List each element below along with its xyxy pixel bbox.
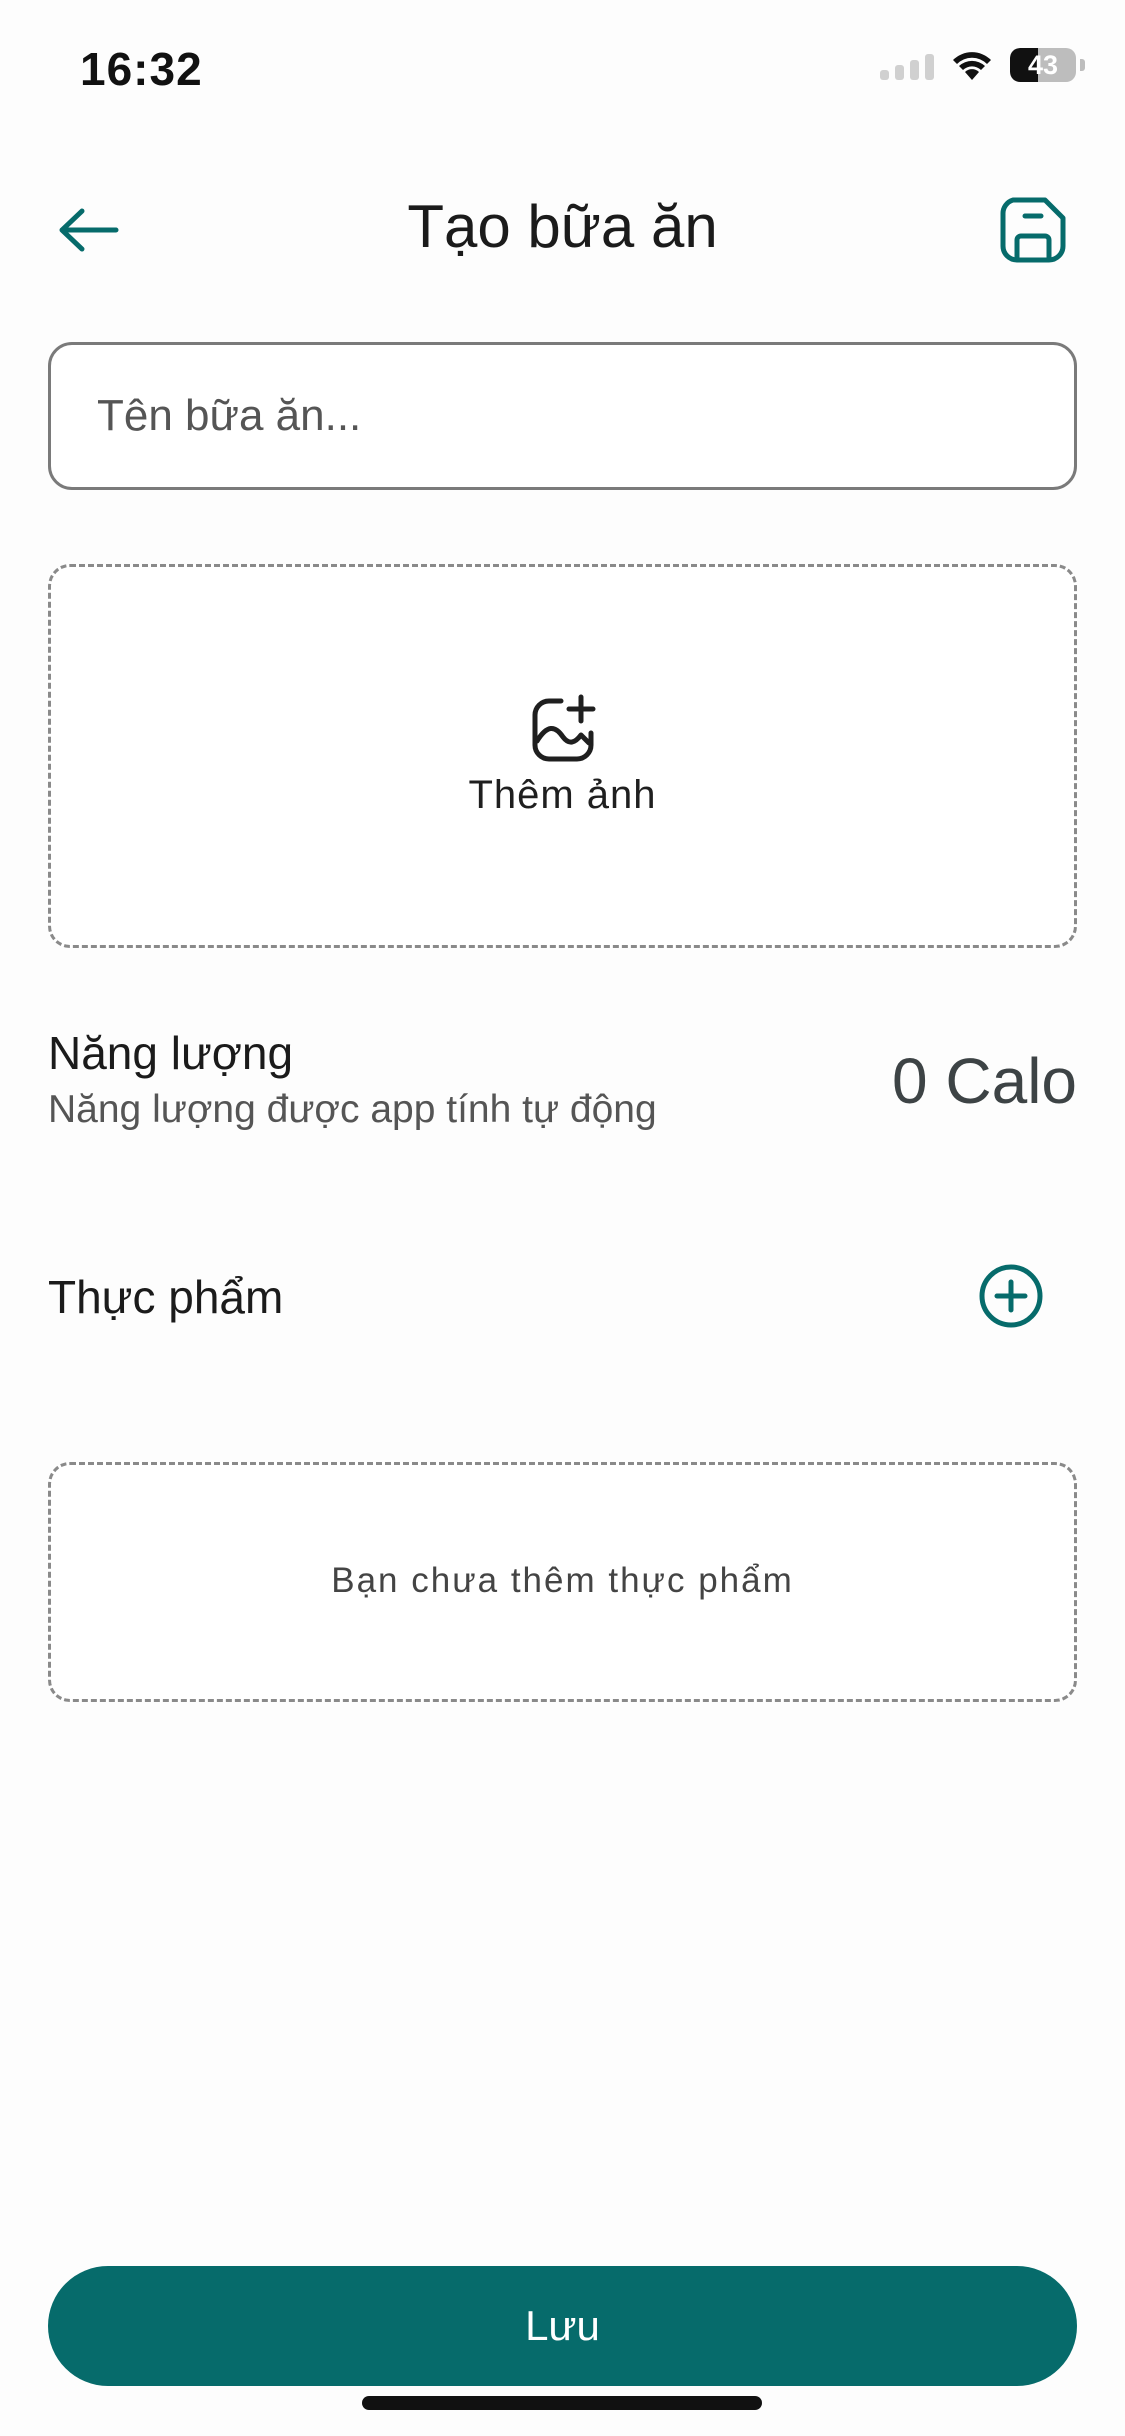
add-photo-label: Thêm ảnh [468, 773, 657, 817]
floppy-disk-icon [1000, 197, 1066, 263]
plus-circle-icon [979, 1264, 1043, 1328]
header: Tạo bữa ăn [0, 160, 1125, 300]
add-food-button[interactable] [977, 1262, 1045, 1330]
food-list-empty: Bạn chưa thêm thực phẩm [48, 1462, 1077, 1702]
battery-icon: 43 [1010, 48, 1076, 82]
page-title: Tạo bữa ăn [407, 193, 718, 260]
add-photo-area[interactable]: Thêm ảnh [48, 564, 1077, 948]
save-icon-button[interactable] [991, 188, 1075, 272]
battery-tip [1080, 59, 1085, 71]
energy-subtitle: Năng lượng được app tính tự động [48, 1088, 657, 1131]
energy-value: 0 Calo [892, 1045, 1077, 1117]
status-time: 16:32 [80, 43, 203, 95]
home-indicator [362, 2396, 762, 2410]
save-button[interactable]: Lưu [48, 2266, 1077, 2386]
food-title: Thực phẩm [48, 1271, 284, 1323]
wifi-icon [953, 52, 991, 80]
battery-level: 43 [1027, 50, 1059, 80]
status-bar: 16:32 43 [0, 0, 1125, 140]
energy-title: Năng lượng [48, 1027, 294, 1079]
meal-name-input[interactable] [48, 342, 1077, 490]
empty-food-text: Bạn chưa thêm thực phẩm [331, 1561, 794, 1600]
status-indicators: 43 [880, 48, 1085, 82]
image-plus-icon [532, 694, 595, 762]
cellular-signal-icon [880, 50, 934, 80]
